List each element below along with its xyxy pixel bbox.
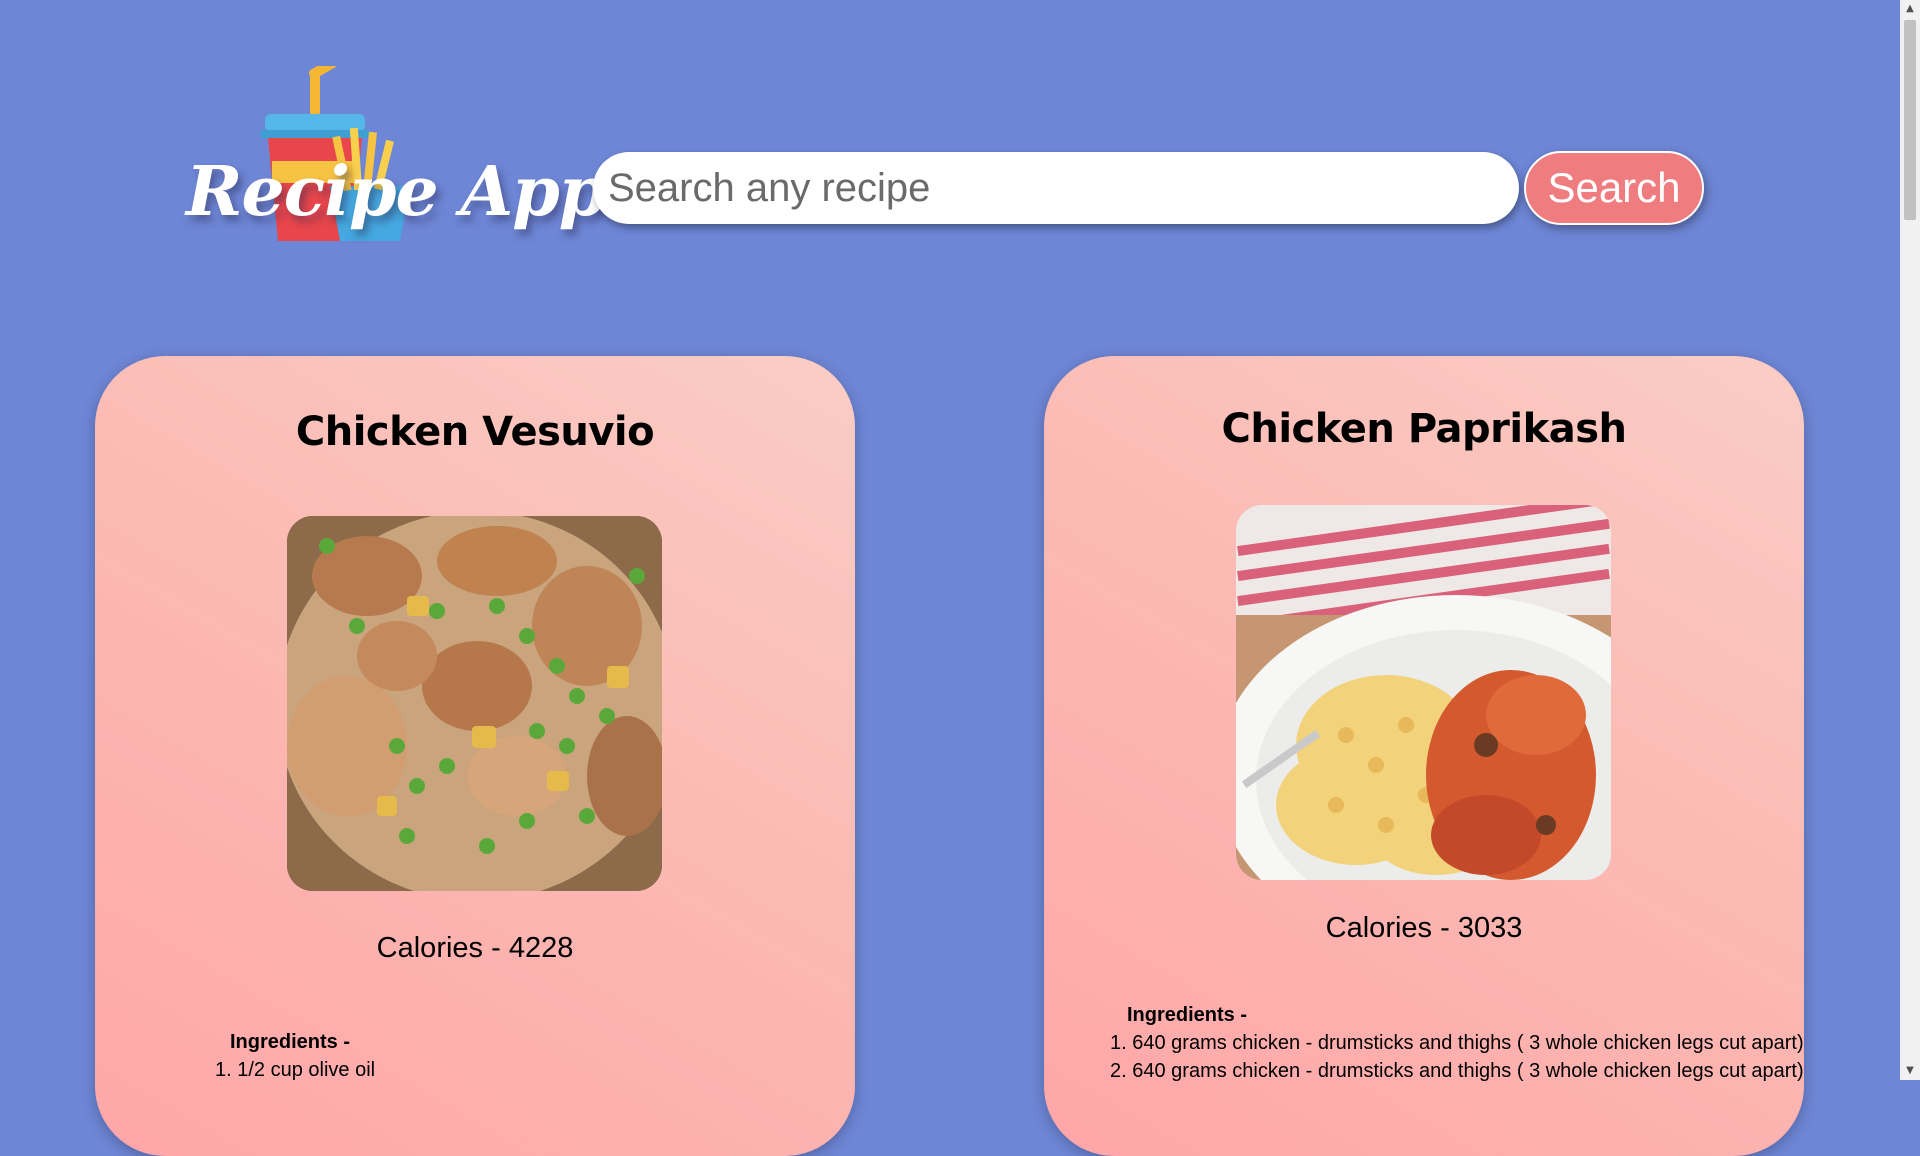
ingredients-heading: Ingredients - [1127, 1004, 1248, 1026]
page-scrollbar[interactable]: ▲ ▼ [1900, 0, 1920, 1080]
recipe-calories: Calories - 4228 [376, 932, 574, 964]
recipe-calories: Calories - 3033 [1325, 912, 1523, 944]
app-title: Recipe App [186, 152, 606, 232]
scroll-thumb[interactable] [1904, 20, 1916, 220]
recipe-card: Chicken Paprikash Calories - 3033 Ingred… [1044, 356, 1804, 1156]
scroll-down-arrow-icon[interactable]: ▼ [1900, 1062, 1920, 1080]
search-input[interactable] [606, 164, 1519, 212]
search-bar [593, 152, 1519, 224]
recipe-title: Chicken Paprikash [1221, 406, 1628, 452]
app-logo: Recipe App [180, 60, 606, 260]
search-button[interactable]: Search [1524, 151, 1704, 225]
recipe-title: Chicken Vesuvio [295, 409, 655, 455]
ingredient-item: 2. 640 grams chicken - drumsticks and th… [1110, 1060, 1804, 1082]
recipe-image [1236, 505, 1611, 880]
ingredient-item: 1. 640 grams chicken - drumsticks and th… [1110, 1032, 1804, 1054]
scroll-up-arrow-icon[interactable]: ▲ [1900, 0, 1920, 18]
ingredients-heading: Ingredients - [230, 1031, 351, 1053]
ingredients-list: 1. 640 grams chicken - drumsticks and th… [1110, 1029, 1804, 1085]
recipe-card: Chicken Vesuvio Calories - 4228 Ingredie… [95, 356, 855, 1156]
recipe-image [287, 516, 662, 891]
